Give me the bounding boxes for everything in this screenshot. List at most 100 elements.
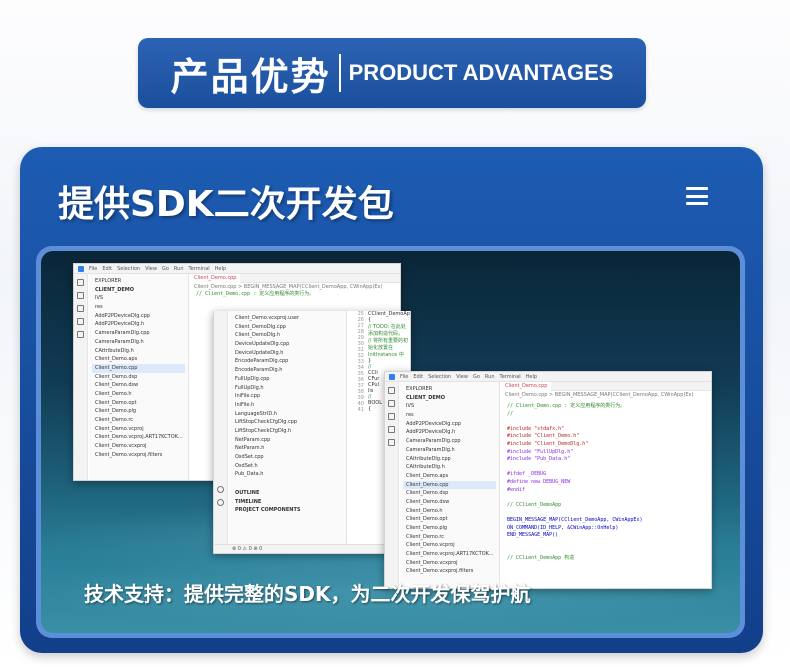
editor-pane: Client_Demo.cpp Client_Demo.cpp > BEGIN_… [501,382,711,588]
file-item[interactable]: CAttributeDlg.h [92,347,185,356]
menu-item[interactable]: Edit [102,266,112,272]
search-icon[interactable] [388,400,395,407]
menu-item[interactable]: Terminal [500,374,521,380]
file-item[interactable]: Client_Demo.dsp [92,373,185,382]
file-item[interactable]: Client_Demo.vcproj.ART17KCTOK... [403,550,496,559]
extensions-icon[interactable] [77,331,84,338]
file-item[interactable]: Client_DemoDlg.cpp [232,323,343,332]
menu-item[interactable]: Go [473,374,480,380]
file-item[interactable]: AddP2PDeviceDlg.h [403,428,496,437]
file-item[interactable]: Client_Demo.plg [92,407,185,416]
file-item[interactable]: Client_Demo.opt [403,515,496,524]
file-item[interactable]: AddP2PDeviceDlg.cpp [92,312,185,321]
editor-tab[interactable]: Client_Demo.cpp [190,274,241,283]
file-item[interactable]: CAttributeDlg.h [403,463,496,472]
file-item[interactable]: Client_Demo.dsp [403,489,496,498]
file-item[interactable]: LiftStopCheckCfgDlg.h [232,427,343,436]
file-item[interactable]: IVS [403,402,496,411]
header-title-en: PRODUCT ADVANTAGES [348,60,614,85]
debug-icon[interactable] [388,426,395,433]
menu-item[interactable]: File [89,266,97,272]
file-item[interactable]: Client_Demo.aps [92,355,185,364]
file-item[interactable]: IniFile.cpp [232,392,343,401]
menu-item[interactable]: Selection [428,374,451,380]
file-item[interactable]: EncodeParamDlg.h [232,366,343,375]
file-item[interactable]: Client_Demo.aps [403,472,496,481]
source-control-icon[interactable] [388,413,395,420]
file-item[interactable]: res [92,303,185,312]
file-item[interactable]: LanguageStrID.h [232,410,343,419]
file-item[interactable]: AddP2PDeviceDlg.h [92,320,185,329]
panel-section[interactable]: TIMELINE [232,498,343,507]
file-item[interactable]: AddP2PDeviceDlg.cpp [403,420,496,429]
file-item[interactable]: IniFile.h [232,401,343,410]
code-line: // Client_Demo.cpp : 定义应用程序的类行为。 [196,291,315,297]
file-item[interactable]: Client_Demo.vcproj.ART17KCTOK... [92,433,185,442]
file-item[interactable]: DeviceUpdateDlg.cpp [232,340,343,349]
menu-item[interactable]: View [145,266,157,272]
file-item[interactable]: CameraParamDlg.cpp [92,329,185,338]
file-item[interactable]: Client_Demo.vcxproj.user [232,314,343,323]
menu-item[interactable]: Terminal [189,266,210,272]
file-item[interactable]: FullUpDlg.cpp [232,375,343,384]
search-icon[interactable] [77,292,84,299]
file-item[interactable]: Client_Demo.h [403,507,496,516]
file-item[interactable]: Client_Demo.vcproj [92,425,185,434]
menu-item[interactable]: Help [526,374,537,380]
file-item[interactable]: Client_Demo.vcproj [403,541,496,550]
account-icon[interactable] [217,486,224,493]
menu-icon[interactable] [686,187,708,205]
menu-item[interactable]: Go [162,266,169,272]
files-icon[interactable] [77,279,84,286]
file-item[interactable]: CameraParamDlg.h [403,446,496,455]
menu-item[interactable]: View [456,374,468,380]
file-item[interactable]: Client_Demo.vcxproj.filters [92,451,185,460]
menu-item[interactable]: Edit [413,374,423,380]
file-item[interactable]: Client_Demo.cpp [92,363,185,373]
file-item[interactable]: DeviceUpdateDlg.h [232,349,343,358]
file-item[interactable]: CAttributeDlg.cpp [403,455,496,464]
explorer-label: EXPLORER [95,278,122,284]
file-item[interactable]: Client_Demo.vcxproj [92,442,185,451]
file-item[interactable]: NetParam.cpp [232,436,343,445]
menu-item[interactable]: Run [174,266,184,272]
panel-section[interactable]: OUTLINE [232,489,343,498]
files-icon[interactable] [388,387,395,394]
file-item[interactable]: OsdSet.cpp [232,453,343,462]
file-item[interactable]: Client_Demo.cpp [403,480,496,490]
menu-item[interactable]: Help [215,266,226,272]
extensions-icon[interactable] [388,439,395,446]
file-item[interactable]: Client_Demo.opt [92,399,185,408]
file-item[interactable]: FullUpDlg.h [232,384,343,393]
file-item[interactable]: Client_Demo.h [92,390,185,399]
file-item[interactable]: Pub_Data.h [232,470,343,479]
file-item[interactable]: Client_Demo.dsw [403,498,496,507]
file-item[interactable]: Client_Demo.rc [92,416,185,425]
file-item[interactable]: LiftStopCheckCfgDlg.cpp [232,418,343,427]
file-item[interactable]: Client_Demo.plg [403,524,496,533]
menu-item[interactable]: File [400,374,408,380]
source-control-icon[interactable] [77,305,84,312]
file-item[interactable]: NetParam.h [232,444,343,453]
file-item[interactable]: IVS [92,294,185,303]
menu-item[interactable]: Run [485,374,495,380]
settings-gear-icon[interactable] [217,499,224,506]
debug-icon[interactable] [77,318,84,325]
file-item[interactable]: res [403,411,496,420]
status-problems[interactable]: ⊗ 0 ⚠ 0 ⊗ 0 [232,546,262,552]
file-item[interactable]: Client_Demo.rc [403,533,496,542]
breadcrumb: Client_Demo.cpp > BEGIN_MESSAGE_MAP(CCli… [505,392,694,398]
code-line: // 将所有重要的初始化放置在 InitInstance 中 [368,338,408,358]
file-item[interactable]: Client_DemoDlg.h [232,331,343,340]
file-item[interactable]: CameraParamDlg.cpp [403,437,496,446]
file-item[interactable]: CameraParamDlg.h [92,338,185,347]
file-item[interactable]: EncodeParamDlg.cpp [232,357,343,366]
menu-item[interactable]: Selection [117,266,140,272]
file-item[interactable]: Client_Demo.vcxproj.filters [403,567,496,576]
activity-bar [74,274,88,480]
panel-section[interactable]: PROJECT COMPONENTS [232,506,343,515]
file-item[interactable]: Client_Demo.dsw [92,381,185,390]
file-item[interactable]: OsdSet.h [232,462,343,471]
editor-tab[interactable]: Client_Demo.cpp [501,382,552,391]
file-item[interactable]: Client_Demo.vcxproj [403,559,496,568]
